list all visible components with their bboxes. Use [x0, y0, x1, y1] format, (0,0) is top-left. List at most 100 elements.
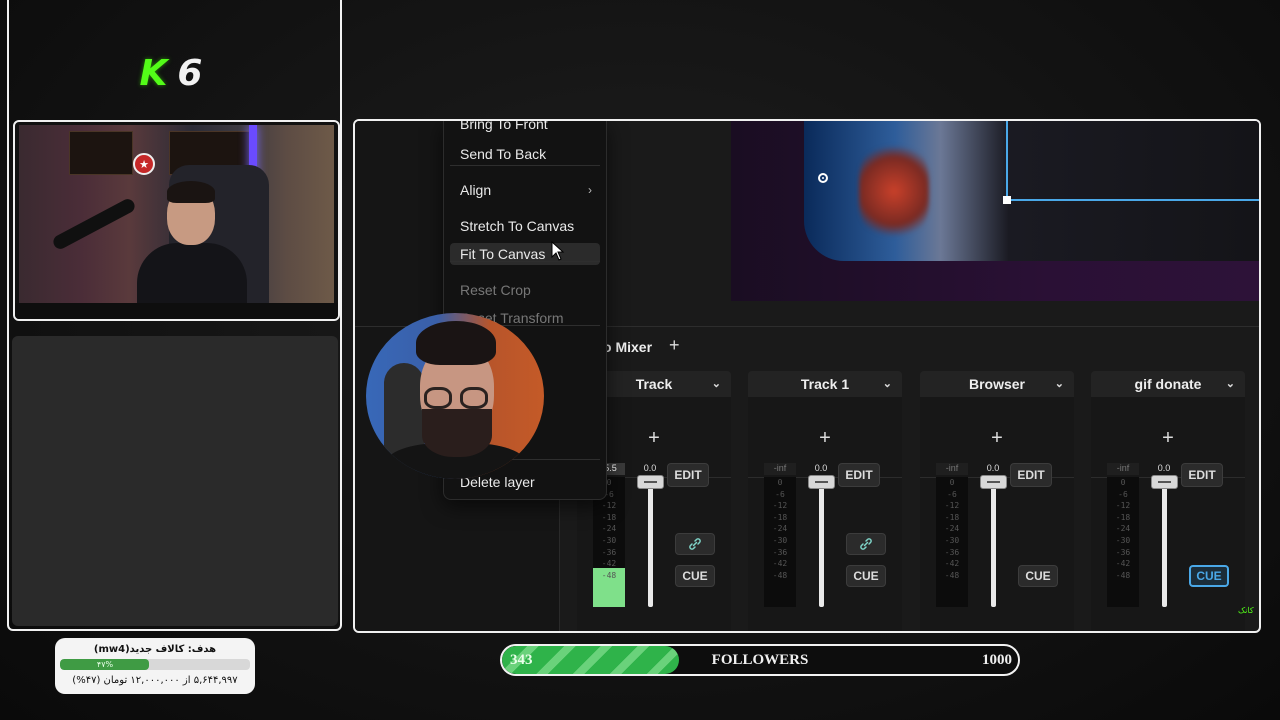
- resize-handle[interactable]: [1003, 196, 1011, 204]
- meter-scale-tick: -42: [601, 559, 617, 569]
- chat-panel: [12, 336, 338, 626]
- goal-title: هدف: کالاف جدید(mw4): [93, 644, 217, 655]
- cue-button[interactable]: CUE: [1018, 565, 1058, 587]
- volume-fader-track[interactable]: [819, 481, 824, 607]
- meter-scale-tick: -24: [601, 524, 617, 534]
- chevron-down-icon[interactable]: ⌄: [1226, 371, 1235, 397]
- meter-scale-tick: -12: [772, 501, 788, 511]
- track-name: Browser: [968, 376, 1026, 392]
- kick-logo-number: 6: [177, 52, 203, 94]
- context-menu-item-send-to-back[interactable]: Send To Back: [450, 143, 600, 165]
- edit-button[interactable]: EDIT: [1010, 463, 1052, 487]
- peak-level: -inf: [936, 463, 968, 475]
- volume-fader-track[interactable]: [1162, 481, 1167, 607]
- meter-scale-tick: -42: [944, 559, 960, 569]
- meter-scale-tick: -30: [601, 535, 617, 545]
- meter-scale-tick: -6: [1118, 489, 1128, 499]
- level-meter: 0 -6 -12 -18 -24 -30 -36 -42 -48: [1107, 477, 1139, 607]
- canvas-preview[interactable]: [731, 121, 1259, 301]
- mixer-track: gif donate ⌄ + -inf 0 -6 -12 -18 -24 -30 -36 -42 -48…: [1091, 371, 1245, 631]
- meter-scale-tick: -30: [1115, 535, 1131, 545]
- meter-scale-tick: 0: [777, 478, 783, 487]
- meter-scale-tick: -30: [944, 535, 960, 545]
- meter-scale-tick: -6: [775, 489, 785, 499]
- mixer-add-button[interactable]: +: [669, 335, 680, 356]
- context-menu-item-label: Stretch To Canvas: [460, 218, 575, 234]
- track-header[interactable]: Track 1 ⌄: [748, 371, 902, 397]
- meter-scale-tick: -24: [772, 524, 788, 534]
- level-meter: 0 -6 -12 -18 -24 -30 -36 -42 -48: [764, 477, 796, 607]
- donation-goal-widget: هدف: کالاف جدید(mw4) ۴۷% ۵,۶۴۴,۹۹۷ از ۱۲…: [55, 638, 255, 694]
- goal-progress-bar: ۴۷%: [60, 659, 250, 670]
- volume-fader-knob[interactable]: [1151, 475, 1178, 489]
- meter-scale-tick: -12: [944, 501, 960, 511]
- meter-scale-tick: -12: [601, 501, 617, 511]
- edit-button[interactable]: EDIT: [667, 463, 709, 487]
- add-effect-button[interactable]: +: [748, 427, 902, 450]
- meter-scale: 0 -6 -12 -18 -24 -30 -36 -42 -48: [1107, 477, 1139, 581]
- meter-scale-tick: -24: [1115, 524, 1131, 534]
- track-header[interactable]: Browser ⌄: [920, 371, 1074, 397]
- context-menu-item-label: Fit To Canvas: [460, 246, 546, 262]
- chevron-down-icon[interactable]: ⌄: [1055, 371, 1064, 397]
- webcam-video: ★: [19, 125, 334, 304]
- goal-amount: ۵,۶۴۴,۹۹۷ از ۱۲,۰۰۰,۰۰۰ تومان (۴۷%): [72, 675, 238, 686]
- peak-level: -inf: [1107, 463, 1139, 475]
- chevron-right-icon: ›: [588, 183, 592, 197]
- rotate-handle[interactable]: [818, 173, 828, 183]
- mixer-track: Track 1 ⌄ + -inf 0 -6 -12 -18 -24 -30 -36 -42 -48 0.0…: [748, 371, 902, 631]
- meter-scale: 0 -6 -12 -18 -24 -30 -36 -42 -48: [764, 477, 796, 581]
- cue-button[interactable]: CUE: [1189, 565, 1229, 587]
- volume-fader-knob[interactable]: [637, 475, 664, 489]
- edit-button[interactable]: EDIT: [1181, 463, 1223, 487]
- volume-fader-track[interactable]: [648, 481, 653, 607]
- context-menu-item-label: Send To Back: [460, 146, 547, 162]
- meter-scale-tick: -12: [1115, 501, 1131, 511]
- link-button[interactable]: [675, 533, 715, 555]
- meter-scale-tick: -18: [1115, 512, 1131, 522]
- context-menu-item-label: Align: [460, 182, 492, 198]
- volume-fader-track[interactable]: [991, 481, 996, 607]
- chevron-down-icon[interactable]: ⌄: [883, 371, 892, 397]
- context-menu-item-stretch-to-canvas[interactable]: Stretch To Canvas: [450, 215, 600, 237]
- cue-button[interactable]: CUE: [846, 565, 886, 587]
- meter-scale-tick: -6: [947, 489, 957, 499]
- kick-logo-letter: K: [139, 52, 168, 94]
- add-effect-button[interactable]: +: [1091, 427, 1245, 450]
- followers-target: 1000: [982, 652, 1012, 668]
- volume-fader-knob[interactable]: [808, 475, 835, 489]
- context-menu-item-label: Reset Crop: [460, 282, 531, 298]
- chevron-down-icon[interactable]: ⌄: [712, 371, 721, 397]
- add-effect-button[interactable]: +: [920, 427, 1074, 450]
- volume-value: 0.0: [1157, 463, 1171, 473]
- edit-button[interactable]: EDIT: [838, 463, 880, 487]
- peak-level: -inf: [764, 463, 796, 475]
- volume-fader-knob[interactable]: [980, 475, 1007, 489]
- selection-box[interactable]: [1003, 121, 1259, 204]
- meter-scale-tick: -36: [944, 547, 960, 557]
- meter-scale-tick: -36: [1115, 547, 1131, 557]
- meter-scale-tick: -48: [1115, 570, 1131, 580]
- meter-scale-tick: 0: [949, 478, 955, 487]
- meter-scale-tick: -18: [772, 512, 788, 522]
- meter-scale-tick: -48: [772, 570, 788, 580]
- meter-scale-tick: -36: [601, 547, 617, 557]
- context-menu-item-reset-crop: Reset Crop: [450, 279, 600, 301]
- preview-video-layer[interactable]: [804, 121, 1259, 261]
- guest-webcam: [366, 313, 544, 479]
- meter-scale-tick: -48: [601, 570, 617, 580]
- link-button[interactable]: [846, 533, 886, 555]
- track-header[interactable]: gif donate ⌄: [1091, 371, 1245, 397]
- mouse-cursor-icon: [551, 240, 565, 266]
- kick-logo: K 6: [134, 52, 208, 94]
- context-menu-item-align[interactable]: Align ›: [450, 179, 600, 201]
- audio-mixer-title: o Mixer: [603, 339, 653, 355]
- streamer-webcam: ★: [13, 120, 340, 321]
- microphone-icon: [50, 196, 138, 252]
- meter-scale-tick: -42: [1115, 559, 1131, 569]
- meter-scale-tick: -18: [944, 512, 960, 522]
- meter-scale-tick: -18: [601, 512, 617, 522]
- meter-scale-tick: -24: [944, 524, 960, 534]
- context-menu-item-bring-to-front[interactable]: Bring To Front: [450, 121, 600, 135]
- cue-button[interactable]: CUE: [675, 565, 715, 587]
